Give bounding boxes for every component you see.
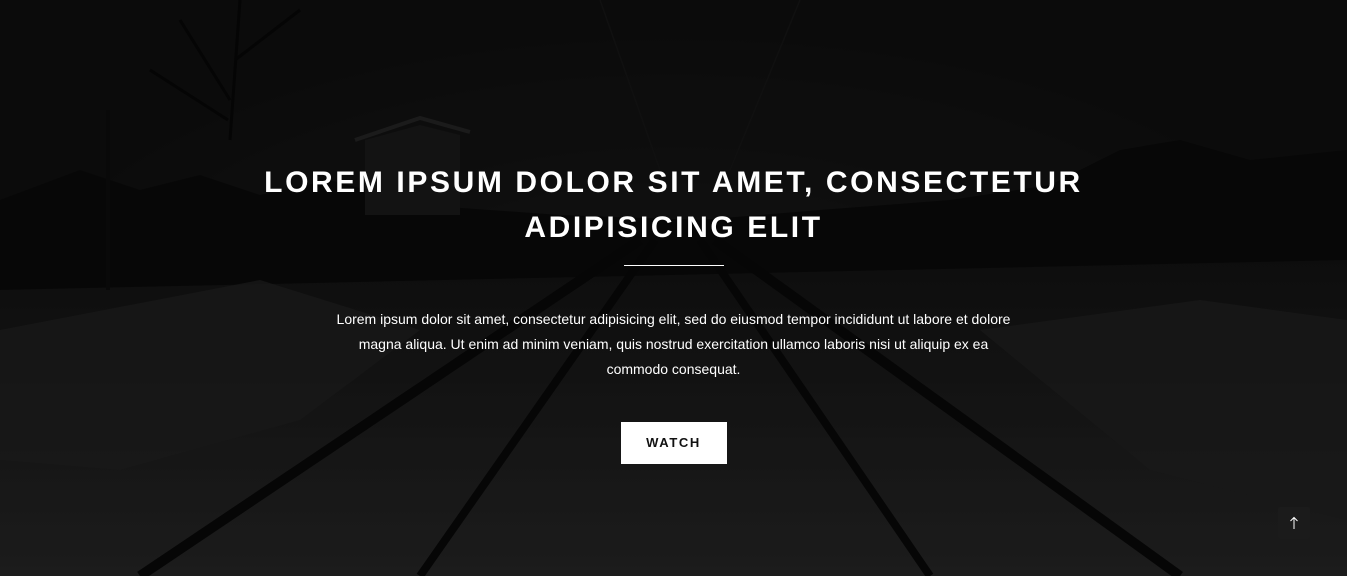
watch-button[interactable]: WATCH (620, 422, 727, 464)
hero-section: LOREM IPSUM DOLOR SIT AMET, CONSECTETUR … (0, 0, 1347, 576)
arrow-up-icon (1290, 516, 1298, 529)
hero-content: LOREM IPSUM DOLOR SIT AMET, CONSECTETUR … (0, 160, 1347, 464)
hero-description: Lorem ipsum dolor sit amet, consectetur … (336, 311, 1011, 377)
headline-divider (623, 265, 724, 266)
scroll-to-top-button[interactable] (1278, 507, 1310, 539)
hero-headline: LOREM IPSUM DOLOR SIT AMET, CONSECTETUR … (264, 166, 1083, 244)
